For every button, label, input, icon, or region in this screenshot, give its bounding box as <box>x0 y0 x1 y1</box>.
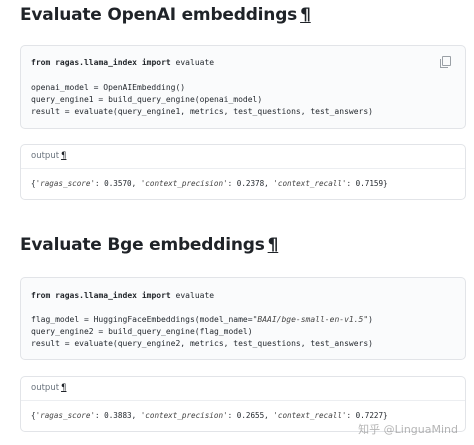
output-text: {'ragas_score': 0.3883, 'context_precisi… <box>31 411 388 420</box>
output-block-openai: output ¶ {'ragas_score': 0.3570, 'context… <box>20 144 466 200</box>
code-block-bge: from ragas.llama_index import evaluate f… <box>20 277 466 360</box>
copy-icon[interactable] <box>440 56 451 68</box>
watermark: 知乎 @LinguaMind <box>358 423 458 436</box>
code-line: query_engine1 = build_query_engine(opena… <box>31 95 263 104</box>
code-block-openai: from ragas.llama_index import evaluate o… <box>20 45 466 129</box>
code-line: result = evaluate(query_engine2, metrics… <box>31 339 373 348</box>
section-heading-openai: Evaluate OpenAI embeddings ¶ <box>20 4 468 26</box>
heading-text: Evaluate Bge embeddings <box>20 235 265 255</box>
output-label: output ¶ <box>31 383 67 393</box>
code-import-line: from ragas.llama_index import evaluate <box>31 58 215 67</box>
output-divider <box>21 168 465 169</box>
heading-text: Evaluate OpenAI embeddings <box>20 5 298 25</box>
output-label: output ¶ <box>31 151 67 161</box>
output-text: {'ragas_score': 0.3570, 'context_precisi… <box>31 179 388 188</box>
output-divider <box>21 400 465 401</box>
code-line: flag_model = HuggingFaceEmbeddings(model… <box>31 315 373 324</box>
code-line: query_engine2 = build_query_engine(flag_… <box>31 327 253 336</box>
section-heading-bge: Evaluate Bge embeddings ¶ <box>20 234 468 256</box>
output-anchor-link[interactable]: ¶ <box>61 383 66 393</box>
output-anchor-link[interactable]: ¶ <box>61 151 66 161</box>
code-import-line: from ragas.llama_index import evaluate <box>31 291 215 300</box>
code-line: openai_model = OpenAIEmbedding() <box>31 83 186 92</box>
code-line: result = evaluate(query_engine1, metrics… <box>31 107 373 116</box>
heading-anchor-link[interactable]: ¶ <box>300 5 311 25</box>
heading-anchor-link[interactable]: ¶ <box>268 235 279 255</box>
